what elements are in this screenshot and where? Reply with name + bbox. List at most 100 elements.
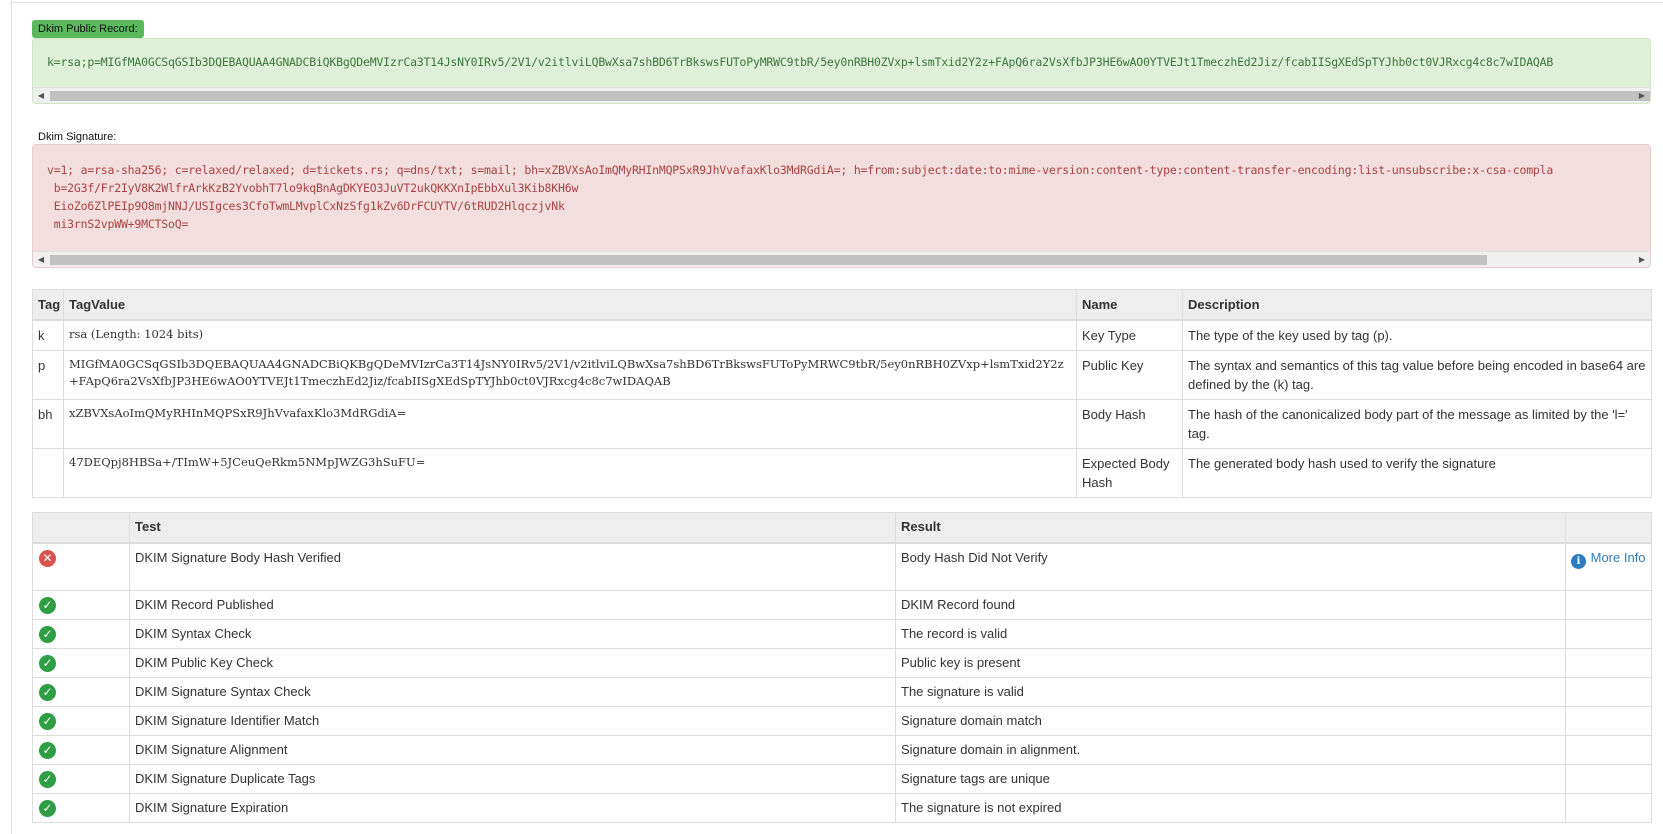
tag-cell: k: [32, 319, 64, 351]
scroll-left-icon[interactable]: ◀: [33, 88, 49, 103]
column-header-name: Name: [1076, 289, 1183, 321]
signature-scrollbar[interactable]: ◀ ▶: [33, 251, 1650, 267]
column-header-tagvalue: TagValue: [63, 289, 1077, 321]
status-cell: ✓: [32, 793, 130, 823]
info-circle-icon: i: [1571, 553, 1586, 569]
result-cell: Signature domain in alignment.: [895, 735, 1566, 765]
info-cell: [1565, 648, 1652, 678]
result-cell: Signature tags are unique: [895, 764, 1566, 794]
result-cell: Body Hash Did Not Verify: [895, 542, 1566, 591]
check-circle-icon: ✓: [39, 655, 56, 672]
test-cell: DKIM Signature Expiration: [129, 793, 896, 823]
status-cell: ✓: [32, 648, 130, 678]
info-cell: i More Info: [1565, 542, 1652, 591]
status-cell: ✓: [32, 706, 130, 736]
scroll-right-icon[interactable]: ▶: [1634, 88, 1650, 103]
dkim-report-page: Dkim Public Record: k=rsa;p=MIGfMA0GCSqG…: [0, 0, 1663, 834]
description-cell: The syntax and semantics of this tag val…: [1182, 350, 1652, 400]
info-cell: [1565, 706, 1652, 736]
table-row: 47DEQpj8HBSa+/TImW+5JCeuQeRkm5NMpJWZG3hS…: [32, 448, 1652, 498]
signature-text: v=1; a=rsa-sha256; c=relaxed/relaxed; d=…: [47, 163, 1554, 231]
check-circle-icon: ✓: [39, 626, 56, 643]
column-header-test: Test: [129, 512, 896, 544]
column-header-status: [32, 512, 130, 544]
more-info-link[interactable]: i More Info: [1571, 549, 1646, 569]
table-row: ✓ DKIM Public Key Check Public key is pr…: [32, 648, 1652, 678]
tag-cell: p: [32, 350, 64, 400]
name-cell: Public Key: [1076, 350, 1183, 400]
status-cell: ✓: [32, 735, 130, 765]
table-row: k rsa (Length: 1024 bits) Key Type The t…: [32, 319, 1652, 351]
result-cell: The signature is valid: [895, 677, 1566, 707]
description-cell: The generated body hash used to verify t…: [1182, 448, 1652, 498]
table-row: ✕ DKIM Signature Body Hash Verified Body…: [32, 542, 1652, 591]
table-row: ✓ DKIM Signature Alignment Signature dom…: [32, 735, 1652, 765]
scrollbar-thumb[interactable]: [50, 91, 1650, 101]
check-circle-icon: ✓: [39, 713, 56, 730]
scroll-left-icon[interactable]: ◀: [33, 252, 49, 267]
test-cell: DKIM Public Key Check: [129, 648, 896, 678]
info-cell: [1565, 764, 1652, 794]
check-circle-icon: ✓: [39, 800, 56, 817]
check-circle-icon: ✓: [39, 597, 56, 614]
tagvalue-cell: MIGfMA0GCSqGSIb3DQEBAQUAA4GNADCBiQKBgQDe…: [63, 350, 1077, 400]
public-record-box[interactable]: k=rsa;p=MIGfMA0GCSqGSIb3DQEBAQUAA4GNADCB…: [32, 38, 1651, 104]
test-table-header: Test Result: [32, 512, 1652, 544]
x-circle-icon: ✕: [39, 549, 56, 567]
tagvalue-cell: xZBVXsAoImQMyRHInMQPSxR9JhVvafaxKlo3MdRG…: [63, 399, 1077, 449]
test-cell: DKIM Signature Syntax Check: [129, 677, 896, 707]
name-cell: Body Hash: [1076, 399, 1183, 449]
signature-box[interactable]: v=1; a=rsa-sha256; c=relaxed/relaxed; d=…: [32, 144, 1651, 268]
public-record-label: Dkim Public Record:: [32, 20, 144, 38]
info-cell: [1565, 677, 1652, 707]
column-header-info: [1565, 512, 1652, 544]
name-cell: Key Type: [1076, 319, 1183, 351]
test-cell: DKIM Record Published: [129, 590, 896, 620]
status-cell: ✓: [32, 677, 130, 707]
column-header-description: Description: [1182, 289, 1652, 321]
table-row: ✓ DKIM Signature Identifier Match Signat…: [32, 706, 1652, 736]
test-results-table: Test Result ✕ DKIM Signature Body Hash V…: [32, 512, 1652, 823]
info-cell: [1565, 793, 1652, 823]
column-header-result: Result: [895, 512, 1566, 544]
table-row: ✓ DKIM Signature Expiration The signatur…: [32, 793, 1652, 823]
check-circle-icon: ✓: [39, 771, 56, 788]
status-cell: ✕: [32, 542, 130, 591]
left-divider: [11, 0, 12, 834]
table-row: ✓ DKIM Signature Syntax Check The signat…: [32, 677, 1652, 707]
description-cell: The hash of the canonicalized body part …: [1182, 399, 1652, 449]
status-cell: ✓: [32, 764, 130, 794]
status-cell: ✓: [32, 619, 130, 649]
info-cell: [1565, 590, 1652, 620]
tag-cell: bh: [32, 399, 64, 449]
tagvalue-cell: 47DEQpj8HBSa+/TImW+5JCeuQeRkm5NMpJWZG3hS…: [63, 448, 1077, 498]
test-cell: DKIM Signature Duplicate Tags: [129, 764, 896, 794]
top-divider: [11, 0, 1663, 3]
table-row: bh xZBVXsAoImQMyRHInMQPSxR9JhVvafaxKlo3M…: [32, 399, 1652, 449]
tag-cell: [32, 448, 64, 498]
check-circle-icon: ✓: [39, 684, 56, 701]
more-info-label: More Info: [1590, 549, 1646, 565]
test-cell: DKIM Signature Body Hash Verified: [129, 542, 896, 591]
scrollbar-thumb[interactable]: [50, 255, 1487, 265]
result-cell: DKIM Record found: [895, 590, 1566, 620]
public-record-scrollbar[interactable]: ◀ ▶: [33, 87, 1650, 103]
tagvalue-cell: rsa (Length: 1024 bits): [63, 319, 1077, 351]
result-cell: The signature is not expired: [895, 793, 1566, 823]
result-cell: Signature domain match: [895, 706, 1566, 736]
result-cell: The record is valid: [895, 619, 1566, 649]
signature-label: Dkim Signature:: [38, 131, 117, 143]
table-row: ✓ DKIM Record Published DKIM Record foun…: [32, 590, 1652, 620]
column-header-tag: Tag: [32, 289, 64, 321]
info-cell: [1565, 735, 1652, 765]
scroll-right-icon[interactable]: ▶: [1634, 252, 1650, 267]
table-row: ✓ DKIM Syntax Check The record is valid: [32, 619, 1652, 649]
tag-table: Tag TagValue Name Description k rsa (Len…: [32, 289, 1652, 498]
result-cell: Public key is present: [895, 648, 1566, 678]
table-row: p MIGfMA0GCSqGSIb3DQEBAQUAA4GNADCBiQKBgQ…: [32, 350, 1652, 400]
description-cell: The type of the key used by tag (p).: [1182, 319, 1652, 351]
check-circle-icon: ✓: [39, 742, 56, 759]
info-cell: [1565, 619, 1652, 649]
table-row: ✓ DKIM Signature Duplicate Tags Signatur…: [32, 764, 1652, 794]
test-cell: DKIM Signature Identifier Match: [129, 706, 896, 736]
